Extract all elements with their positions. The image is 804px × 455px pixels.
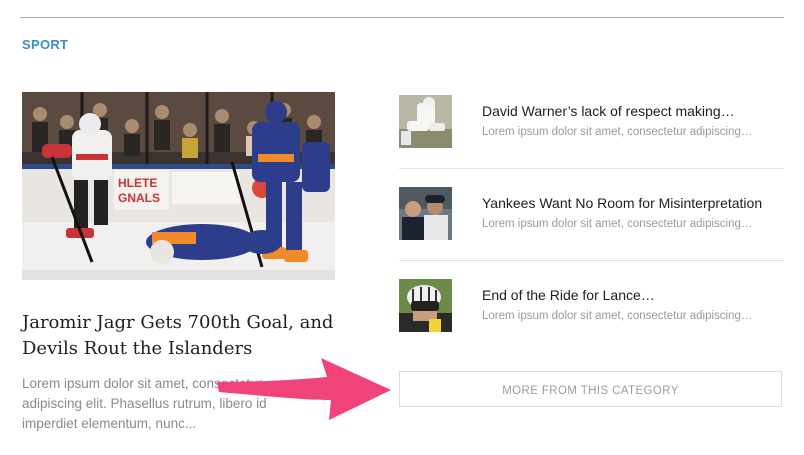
story-thumbnail	[399, 95, 452, 148]
cricket-player-thumbnail	[399, 95, 452, 148]
list-item[interactable]: End of the Ride for Lance… Lorem ipsum d…	[399, 279, 784, 341]
story-excerpt: Lorem ipsum dolor sit amet, consectetur …	[482, 126, 753, 138]
story-title: End of the Ride for Lance…	[482, 287, 655, 303]
more-from-category-button[interactable]: MORE FROM THIS CATEGORY	[399, 371, 782, 407]
list-item[interactable]: Yankees Want No Room for Misinterpretati…	[399, 187, 784, 249]
story-thumbnail	[399, 187, 452, 240]
top-divider	[20, 17, 784, 18]
story-excerpt: Lorem ipsum dolor sit amet, consectetur …	[482, 218, 753, 230]
sport-widget: SPORT HLETE GNALS Jaromir Jagr Gets 700t…	[0, 0, 804, 455]
story-excerpt: Lorem ipsum dolor sit amet, consectetur …	[482, 310, 753, 322]
list-divider	[399, 260, 784, 261]
story-title: David Warner’s lack of respect making…	[482, 103, 735, 119]
list-item[interactable]: David Warner’s lack of respect making… L…	[399, 95, 784, 157]
featured-excerpt: Lorem ipsum dolor sit amet, consectetur …	[22, 376, 267, 431]
svg-text:HLETE: HLETE	[118, 176, 157, 190]
story-thumbnail	[399, 279, 452, 332]
hockey-photo: HLETE GNALS	[22, 92, 335, 280]
list-divider	[399, 168, 784, 169]
cyclist-helmet-thumbnail	[399, 279, 452, 332]
baseball-players-thumbnail	[399, 187, 452, 240]
story-title: Yankees Want No Room for Misinterpretati…	[482, 195, 763, 211]
featured-image[interactable]: HLETE GNALS	[22, 92, 335, 280]
section-heading: SPORT	[22, 37, 69, 52]
svg-text:GNALS: GNALS	[118, 191, 160, 205]
featured-title[interactable]: Jaromir Jagr Gets 700th Goal, and Devils…	[22, 310, 352, 362]
